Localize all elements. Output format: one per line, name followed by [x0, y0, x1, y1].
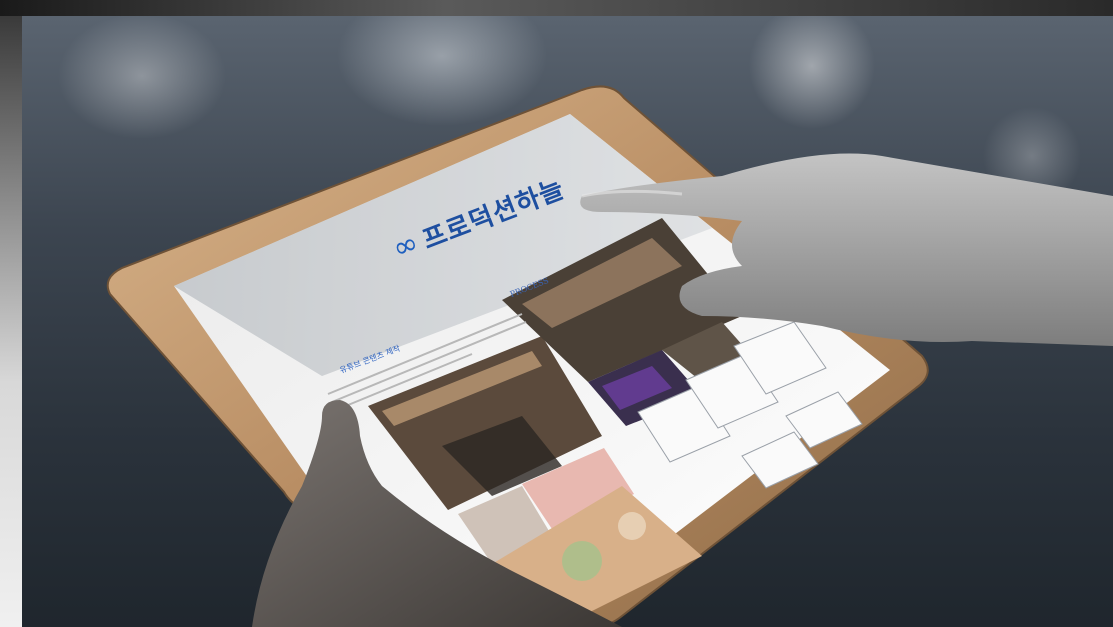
- scene-illustration: [106, 85, 1113, 627]
- left-border-strip: [0, 16, 22, 627]
- top-border-strip: [0, 0, 1113, 16]
- tablet-photo: ∞ 프로덕션하늘 PROCESS 유튜브 콘텐츠 제작: [22, 16, 1113, 627]
